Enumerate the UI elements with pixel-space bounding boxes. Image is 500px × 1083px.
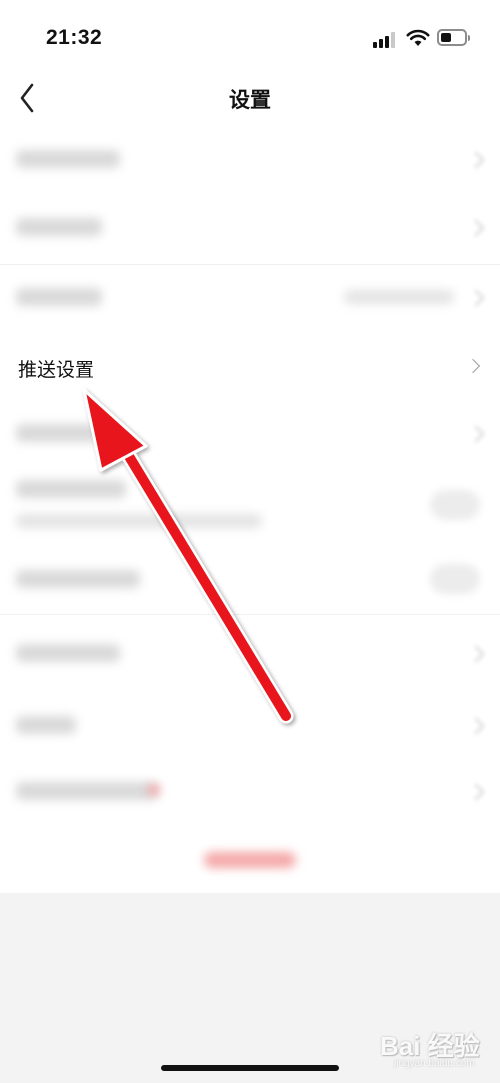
- page-title: 设置: [229, 89, 271, 112]
- toggle-switch[interactable]: [430, 564, 480, 594]
- status-bar: 21:32: [0, 0, 500, 78]
- watermark-url: jingyan.baidu.com: [394, 1058, 475, 1069]
- logout-button[interactable]: [204, 852, 296, 868]
- home-indicator: [161, 1065, 339, 1071]
- push-settings-label: 推送设置: [18, 360, 95, 381]
- wifi-icon: [406, 29, 430, 46]
- signal-icon: [373, 32, 399, 48]
- settings-row-1[interactable]: [0, 134, 500, 184]
- chevron-right-icon: [465, 358, 481, 374]
- settings-row-2[interactable]: [0, 202, 500, 252]
- settings-row-push[interactable]: 推送设置: [0, 340, 500, 392]
- settings-row-5[interactable]: [0, 408, 500, 458]
- settings-row-7[interactable]: [0, 556, 500, 606]
- section-divider: [0, 264, 500, 265]
- settings-row-6[interactable]: [0, 472, 500, 542]
- settings-row-9[interactable]: [0, 700, 500, 750]
- settings-row-8[interactable]: [0, 628, 500, 678]
- toggle-switch[interactable]: [430, 490, 480, 520]
- nav-bar: 设置: [0, 78, 500, 118]
- settings-row-3[interactable]: [0, 272, 500, 322]
- status-time: 21:32: [46, 26, 103, 49]
- watermark: Bai 经验 jingyan.baidu.com: [378, 1022, 496, 1074]
- settings-row-10[interactable]: [0, 766, 500, 816]
- battery-icon: [437, 29, 470, 46]
- section-divider: [0, 614, 500, 615]
